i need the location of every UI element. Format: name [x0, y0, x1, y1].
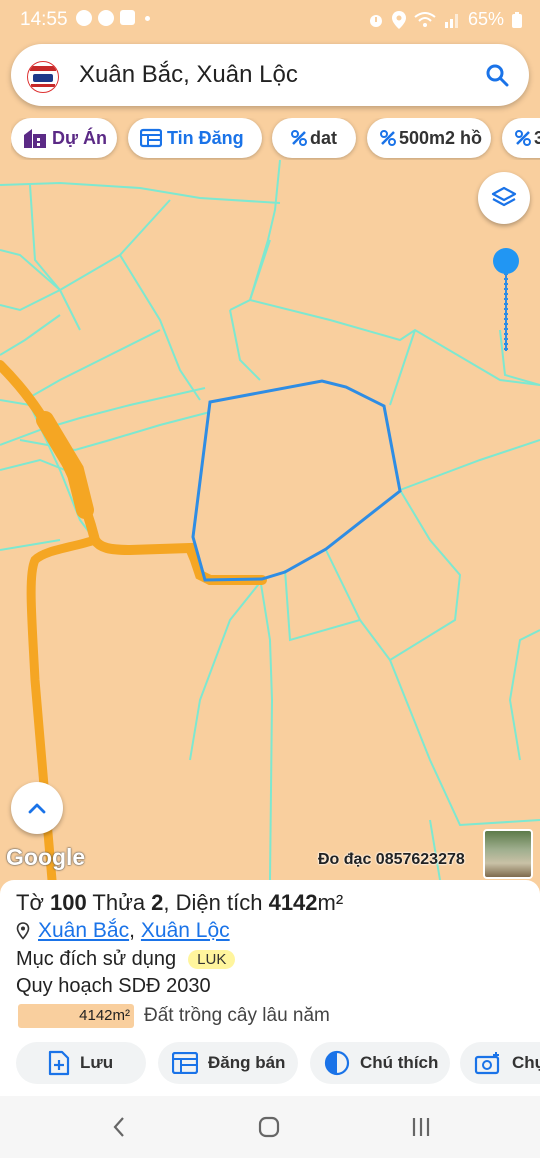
status-bar: 14:55 65%: [0, 0, 540, 38]
chip-label: 3: [534, 127, 540, 148]
plan-area-row: 4142m² Đất trồng cây lâu năm: [18, 1004, 330, 1028]
chip-500m2-ho[interactable]: 500m2 hồ: [367, 118, 491, 158]
filter-chips: Dự Án Tin Đăng dat 500m2 hồ 3: [11, 118, 540, 160]
chip-tin-dang[interactable]: Tin Đăng: [128, 118, 262, 158]
chip-dat[interactable]: dat: [272, 118, 356, 158]
signal-icon: [444, 13, 458, 28]
chip-more[interactable]: 3: [502, 118, 540, 158]
messenger-icon: [98, 10, 114, 26]
google-logo: Google: [6, 844, 86, 870]
purpose-code-badge: LUK: [188, 950, 236, 969]
land-use-purpose: Mục đích sử dụng LUK: [16, 948, 236, 971]
parcel-title: Tờ 100 Thửa 2, Diện tích 4142m²: [16, 890, 343, 916]
system-nav-bar: [0, 1096, 540, 1158]
wifi-icon: [414, 11, 436, 27]
search-input[interactable]: Xuân Bắc, Xuân Lộc: [79, 61, 298, 89]
chevron-up-icon: [28, 803, 46, 814]
action-buttons: Lưu Đăng bán Chú thích Chụ: [0, 1042, 540, 1086]
title-area-label: , Diện tích: [163, 890, 269, 915]
chip-label: 500m2 hồ: [399, 127, 483, 148]
post-sale-label: Đăng bán: [208, 1053, 286, 1072]
contrast-icon: [324, 1050, 350, 1076]
locality-link[interactable]: Xuân Bắc: [38, 919, 129, 943]
layers-icon: [491, 186, 517, 207]
location-icon: [391, 10, 406, 29]
parcel-location: Xuân Bắc, Xuân Lộc: [16, 919, 230, 943]
app-logo-icon: [27, 61, 59, 93]
recents-button[interactable]: [406, 1112, 436, 1142]
percent-tag-icon: [380, 130, 396, 146]
alarm-icon: [369, 14, 382, 27]
expand-up-button[interactable]: [11, 782, 63, 834]
street-view-thumbnail[interactable]: [483, 829, 533, 879]
file-add-icon: [48, 1050, 70, 1076]
save-label: Lưu: [80, 1053, 114, 1072]
messenger-icon: [76, 10, 92, 26]
parcel-area: 4142: [268, 890, 318, 915]
listing-icon: [172, 1052, 198, 1074]
location-pin-icon: [16, 922, 30, 940]
chip-label: Dự Án: [52, 127, 108, 148]
battery-percent: 65%: [467, 9, 504, 29]
home-button[interactable]: [254, 1112, 284, 1142]
legend-button[interactable]: Chú thích: [310, 1042, 450, 1084]
percent-tag-icon: [291, 130, 307, 146]
capture-button[interactable]: Chụ: [460, 1042, 540, 1084]
recents-icon: [412, 1118, 430, 1136]
slider-handle[interactable]: [493, 248, 519, 274]
plan-label: Quy hoạch SDĐ 2030: [16, 975, 211, 997]
title-prefix: Tờ: [16, 890, 50, 915]
sheet-number: 100: [49, 890, 87, 915]
title-mid: Thửa: [86, 890, 152, 915]
post-sale-button[interactable]: Đăng bán: [158, 1042, 298, 1084]
listing-icon: [140, 128, 162, 148]
percent-tag-icon: [515, 130, 531, 146]
capture-label: Chụ: [512, 1053, 540, 1072]
parcel-info-panel: Tờ 100 Thửa 2, Diện tích 4142m² Xuân Bắc…: [0, 880, 540, 1096]
save-button[interactable]: Lưu: [16, 1042, 146, 1084]
search-bar[interactable]: Xuân Bắc, Xuân Lộc: [11, 44, 529, 106]
camera-add-icon: [474, 1052, 500, 1075]
status-time: 14:55: [20, 9, 68, 30]
parcel-number: 2: [151, 890, 164, 915]
chip-label: dat: [310, 127, 337, 148]
shopee-icon: [120, 10, 135, 25]
search-icon[interactable]: [485, 63, 509, 87]
area-unit: m²: [317, 890, 344, 915]
notification-dot-icon: [145, 16, 150, 21]
plan-area-description: Đất trồng cây lâu năm: [144, 1005, 330, 1026]
legend-label: Chú thích: [360, 1053, 439, 1072]
district-link[interactable]: Xuân Lộc: [141, 919, 230, 943]
chip-label: Tin Đăng: [167, 127, 244, 148]
layers-button[interactable]: [478, 172, 530, 224]
back-icon: [113, 1117, 124, 1137]
home-icon: [258, 1116, 280, 1138]
battery-icon: [512, 11, 522, 28]
opacity-slider[interactable]: [492, 247, 520, 357]
survey-contact-text: Đo đạc 0857623278: [318, 851, 465, 868]
purpose-label: Mục đích sử dụng: [16, 948, 177, 970]
location-separator: ,: [129, 919, 135, 942]
plan-area-value: 4142m²: [79, 1007, 130, 1024]
back-button[interactable]: [104, 1112, 134, 1142]
building-icon: [24, 129, 46, 148]
chip-du-an[interactable]: Dự Án: [11, 118, 117, 158]
plan-area-swatch: 4142m²: [18, 1004, 134, 1028]
